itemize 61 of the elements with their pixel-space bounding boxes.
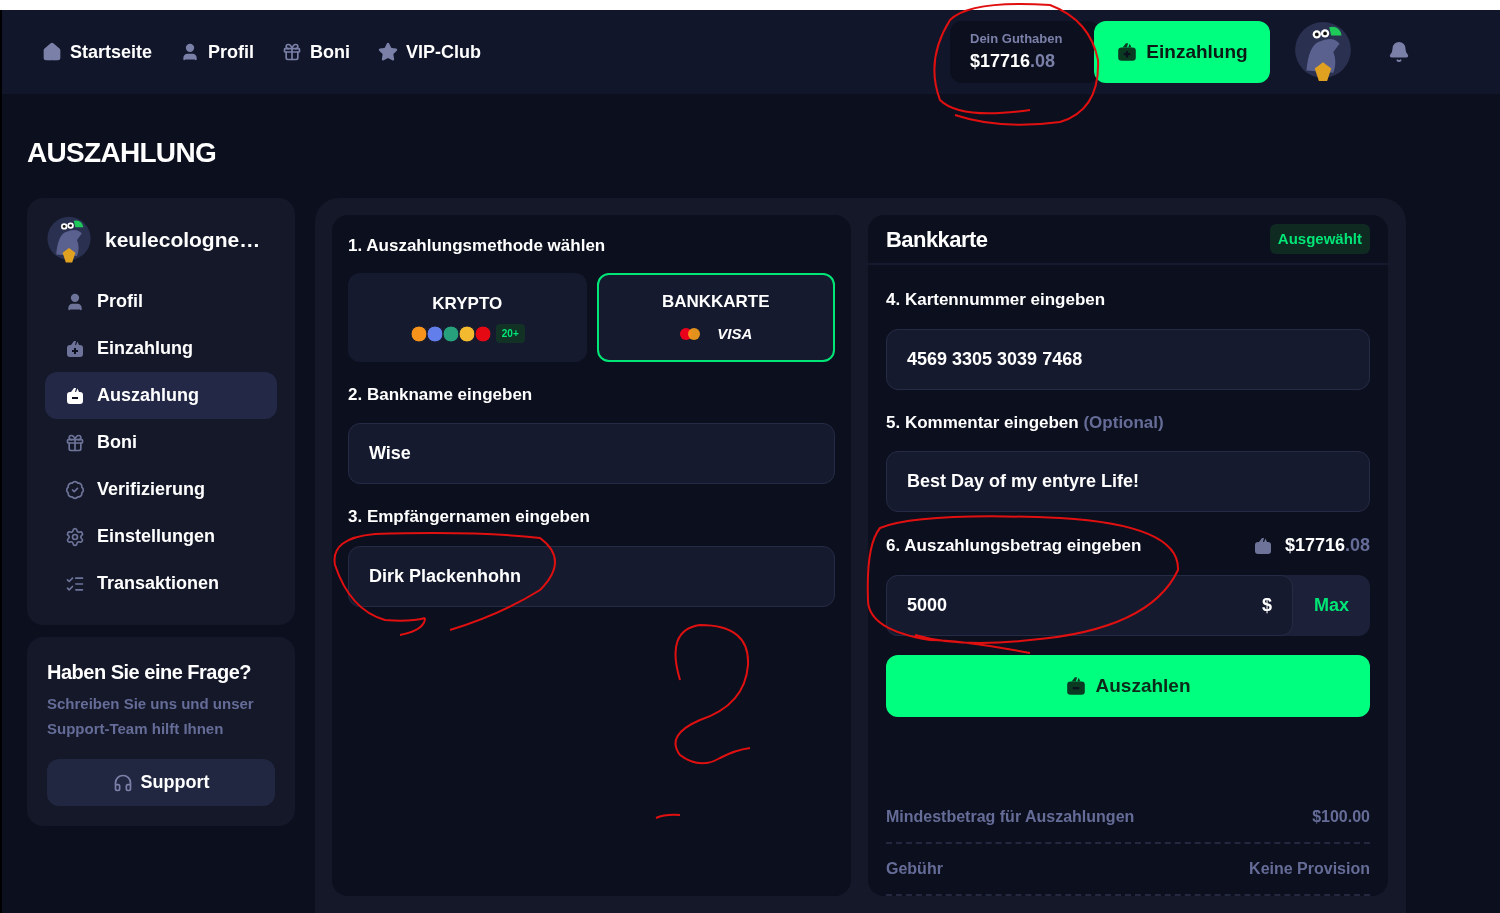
field-label: 1. Auszahlungsmethode wählen: [348, 235, 607, 257]
text-field[interactable]: 4569 3305 3039 7468: [886, 328, 1370, 390]
info-label: Mindestbetrag für Auszahlungen: [886, 807, 1135, 827]
nav-link[interactable]: Startseite: [42, 38, 153, 66]
available-balance: $17716.08: [1284, 534, 1370, 557]
card-brand: VISA: [717, 323, 753, 344]
max-button[interactable]: Max: [1293, 575, 1370, 636]
settings-icon: [65, 526, 85, 547]
balance-amount: $17716.08: [970, 50, 1057, 74]
headset-icon: [112, 772, 133, 793]
info-value: $100.00: [1312, 807, 1370, 827]
text-field[interactable]: Wise: [348, 423, 835, 484]
sidebar-item[interactable]: Auszahlung: [45, 372, 277, 419]
balance-label: Dein Guthaben: [970, 29, 1064, 48]
username: keulecologne…: [105, 227, 261, 254]
avatar-icon: [45, 216, 93, 264]
avatar-icon: [1292, 21, 1354, 83]
sidebar-item[interactable]: Boni: [45, 419, 277, 466]
support-button[interactable]: Support: [47, 759, 275, 806]
field-label: 4. Kartennummer eingeben: [886, 289, 1107, 311]
help-title: Haben Sie eine Frage?: [47, 660, 252, 685]
panel-title: Bankkarte: [886, 225, 988, 254]
star-icon: [378, 42, 399, 62]
wallet-icon: [1065, 675, 1088, 697]
text-field[interactable]: Best Day of my entyre Life!: [886, 451, 1370, 512]
wallet-icon: [65, 385, 85, 406]
count-badge: 20+: [495, 324, 525, 344]
user-icon: [65, 291, 85, 312]
sidebar-item[interactable]: Verifizierung: [45, 466, 277, 513]
mastercard-icon: [679, 326, 702, 341]
deposit-button[interactable]: Einzahlung: [1094, 21, 1270, 83]
field-label: 5. Kommentar eingeben (Optional): [886, 411, 1165, 434]
field-label: 6. Auszahlungsbetrag eingeben: [886, 534, 1142, 557]
selected-badge: Ausgewählt: [1269, 223, 1370, 255]
nav-link[interactable]: VIP-Club: [378, 38, 482, 66]
wallet-icon: [1252, 535, 1273, 556]
field-label: 3. Empfängernamen eingeben: [348, 506, 591, 528]
info-value: Keine Provision: [1249, 859, 1370, 879]
wallet-icon: [1116, 41, 1139, 63]
text-field[interactable]: Dirk Plackenhohn: [348, 545, 835, 607]
field-label: 2. Bankname eingeben: [348, 383, 534, 406]
home-icon: [42, 42, 62, 62]
gift-icon: [65, 432, 85, 453]
sidebar-item[interactable]: Transaktionen: [45, 560, 277, 607]
info-label: Gebühr: [886, 859, 943, 879]
currency-sign: $: [1262, 594, 1272, 617]
wallet-icon: [65, 338, 85, 359]
help-text: Schreiben Sie uns und unser Support-Team hilft Ihnen: [47, 694, 255, 739]
page-title: AUSZAHLUNG: [27, 136, 217, 170]
sidebar-item[interactable]: Einzahlung: [45, 325, 277, 372]
amount-field[interactable]: 5000 $ Max: [886, 575, 1370, 636]
sidebar-item[interactable]: Einstellungen: [45, 513, 277, 560]
gift-icon: [282, 42, 303, 62]
notification-bell-icon[interactable]: [1388, 41, 1410, 63]
method-tab[interactable]: BANKKARTE VISA: [596, 272, 835, 362]
sidebar-item[interactable]: Profil: [45, 278, 277, 325]
verified-badge-icon: [65, 479, 85, 500]
nav-link[interactable]: Profil: [180, 38, 255, 66]
nav-link[interactable]: Boni: [282, 38, 351, 66]
method-tab[interactable]: KRYPTO 20+: [348, 272, 587, 362]
withdraw-button[interactable]: Auszahlen: [886, 655, 1370, 717]
